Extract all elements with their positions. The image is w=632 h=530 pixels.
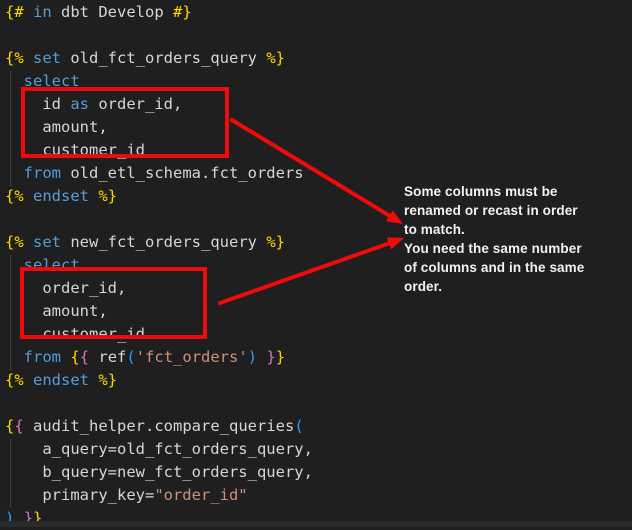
code-token: b_query=new_fct_orders_query,	[5, 463, 313, 481]
annotation-note-line: order.	[404, 277, 630, 296]
annotation-note-line: renamed or recast in order	[404, 201, 630, 220]
annotation-note-line: You need the same number	[404, 239, 630, 258]
code-line: {# in dbt Develop #}	[5, 1, 632, 24]
code-token	[61, 348, 70, 366]
annotation-note-line: of columns and in the same	[404, 258, 630, 277]
code-line: a_query=old_fct_orders_query,	[5, 438, 632, 461]
code-token: {	[5, 417, 14, 435]
annotation-note: Some columns must be renamed or recast i…	[404, 182, 630, 296]
code-token	[89, 187, 98, 205]
annotation-note-line: Some columns must be	[404, 182, 630, 201]
code-token	[24, 233, 33, 251]
indent-guide	[10, 255, 11, 370]
code-token: %}	[98, 371, 117, 389]
code-token: from	[24, 348, 61, 366]
indent-guide	[10, 439, 11, 508]
code-line	[5, 24, 632, 47]
code-token: {%	[5, 371, 24, 389]
code-token: }	[266, 348, 275, 366]
code-token: ref	[89, 348, 126, 366]
code-token: primary_key=	[5, 486, 154, 504]
code-token: {%	[5, 233, 24, 251]
code-token: (	[126, 348, 135, 366]
annotation-box-old-columns	[21, 87, 229, 158]
bottom-scrollbar-track[interactable]	[0, 521, 632, 527]
code-token: {%	[5, 187, 24, 205]
annotation-box-new-columns	[20, 267, 207, 339]
code-token: in	[33, 3, 52, 21]
code-token: %}	[266, 233, 285, 251]
code-token: dbt Develop	[52, 3, 173, 21]
code-token: old_etl_schema.fct_orders	[61, 164, 304, 182]
code-token: 'fct_orders'	[136, 348, 248, 366]
code-line: from {{ ref('fct_orders') }}	[5, 346, 632, 369]
code-token: {	[80, 348, 89, 366]
code-token: (	[294, 417, 303, 435]
code-token	[24, 371, 33, 389]
code-token: set	[33, 233, 61, 251]
code-token: old_fct_orders_query	[61, 49, 266, 67]
code-line: {{ audit_helper.compare_queries(	[5, 415, 632, 438]
code-token: {	[14, 417, 23, 435]
code-token: %}	[98, 187, 117, 205]
code-token	[5, 164, 24, 182]
code-line: {% endset %}	[5, 369, 632, 392]
code-token	[89, 371, 98, 389]
code-token: audit_helper.compare_queries	[24, 417, 295, 435]
code-line: {% set old_fct_orders_query %}	[5, 47, 632, 70]
code-token	[5, 348, 24, 366]
code-token	[24, 3, 33, 21]
code-token	[257, 348, 266, 366]
code-token: endset	[33, 371, 89, 389]
code-token: {#	[5, 3, 24, 21]
annotation-note-line: to match.	[404, 220, 630, 239]
code-token	[24, 187, 33, 205]
code-token: )	[248, 348, 257, 366]
code-token: a_query=old_fct_orders_query,	[5, 440, 313, 458]
indent-guide	[10, 71, 11, 186]
code-token: }	[276, 348, 285, 366]
code-token: {%	[5, 49, 24, 67]
code-line: primary_key="order_id"	[5, 484, 632, 507]
code-token: new_fct_orders_query	[61, 233, 266, 251]
code-token: "order_id"	[154, 486, 247, 504]
code-token: %}	[266, 49, 285, 67]
code-token	[24, 49, 33, 67]
code-token: set	[33, 49, 61, 67]
code-line	[5, 392, 632, 415]
code-token: #}	[173, 3, 192, 21]
code-line: b_query=new_fct_orders_query,	[5, 461, 632, 484]
code-token: {	[70, 348, 79, 366]
code-token: from	[24, 164, 61, 182]
code-token: endset	[33, 187, 89, 205]
